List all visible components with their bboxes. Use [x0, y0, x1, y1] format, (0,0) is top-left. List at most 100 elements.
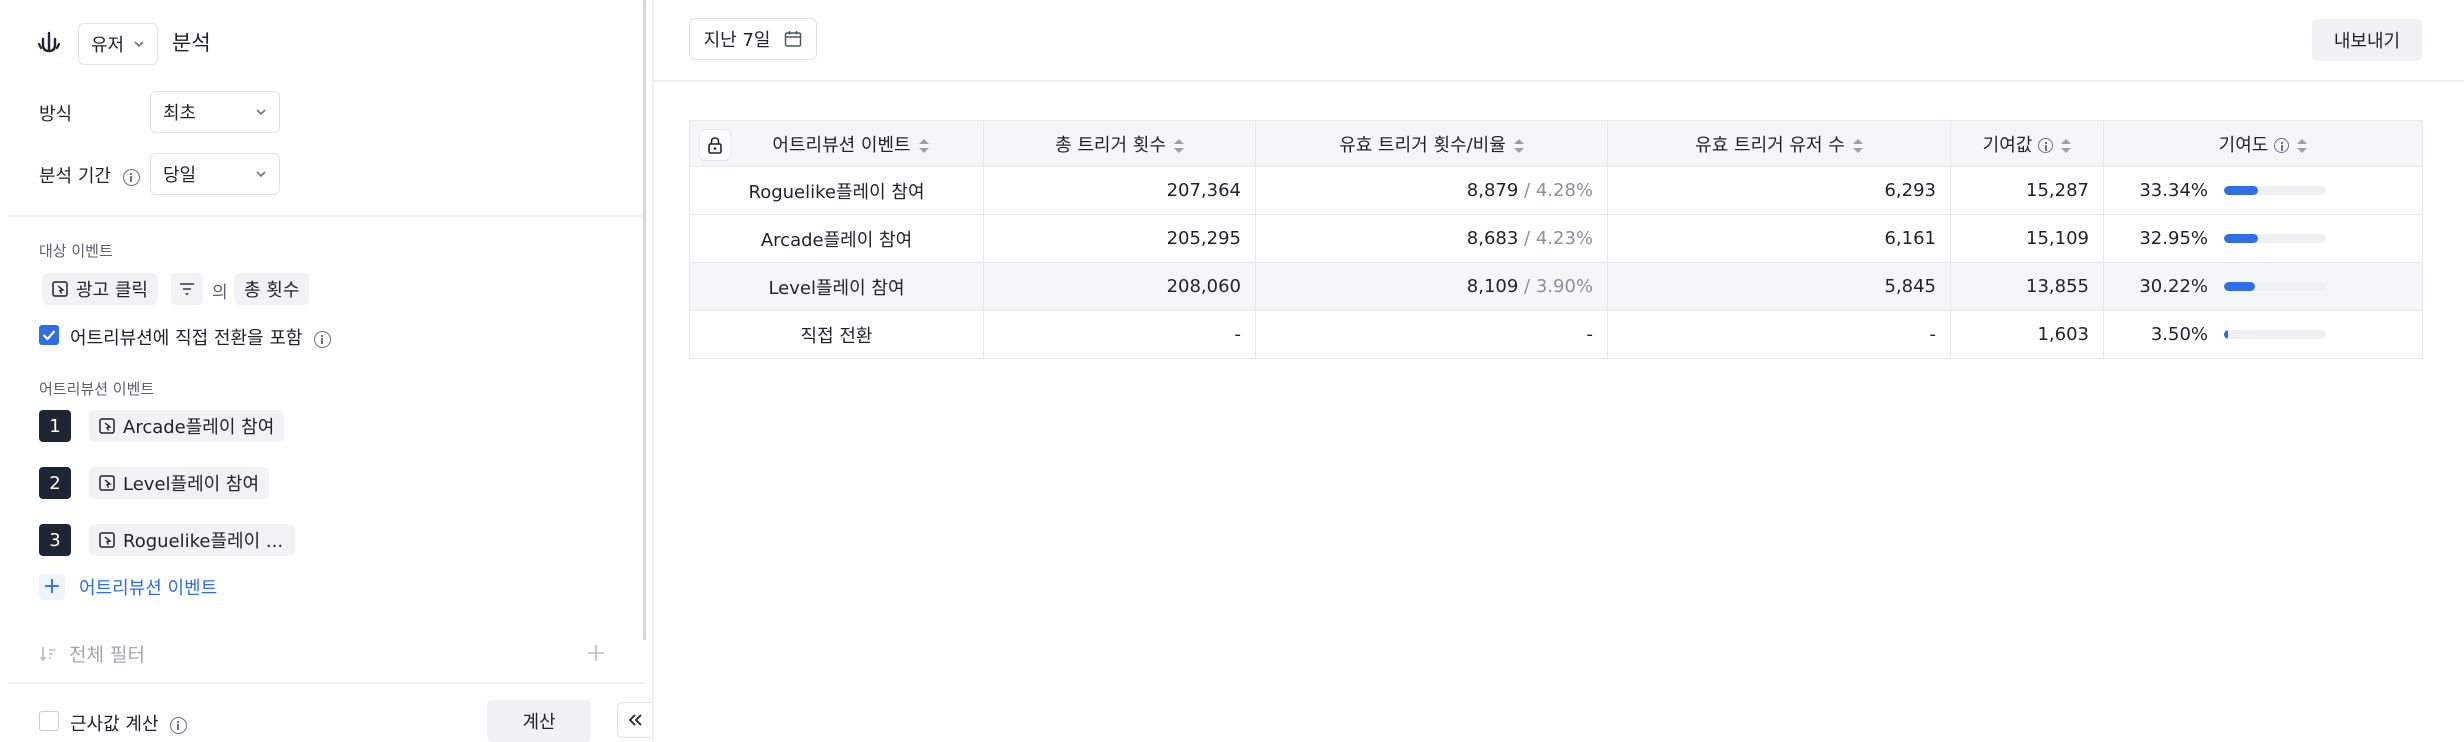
valid-ratio-separator: / — [1518, 228, 1536, 249]
panel-title: 분석 — [172, 31, 211, 55]
valid-count: 8,109 — [1466, 276, 1519, 297]
chevron-down-icon — [256, 109, 266, 116]
column-header-contribution[interactable]: 기여도 — [2103, 120, 2423, 167]
lock-icon[interactable] — [700, 130, 730, 160]
table-row[interactable]: Roguelike플레이 참여 207,364 8,879 / 4.28% 6,… — [689, 166, 2423, 215]
date-range-picker[interactable]: 지난 7일 — [689, 18, 817, 60]
contribution-bar — [2224, 234, 2326, 243]
event-icon — [99, 418, 115, 434]
valid-ratio-separator: / — [1518, 180, 1536, 201]
sort-icon[interactable] — [2297, 138, 2308, 153]
attribution-value-cell: 15,109 — [1950, 214, 2104, 263]
approx-row: 근사값 계산 — [70, 710, 188, 736]
valid-count: 8,879 — [1466, 180, 1519, 201]
contribution-value: 32.95% — [2139, 228, 2208, 249]
event-cell: Level플레이 참여 — [689, 262, 984, 311]
attribution-event-tag[interactable]: Arcade플레이 참여 — [89, 410, 285, 442]
sort-icon[interactable] — [918, 138, 929, 153]
attribution-event-section-title: 어트리뷰션 이벤트 — [39, 380, 155, 398]
contribution-bar — [2224, 282, 2326, 291]
event-cell: 직접 전환 — [689, 310, 984, 359]
export-button[interactable]: 내보내기 — [2312, 19, 2422, 61]
chevron-down-icon — [134, 41, 144, 48]
event-icon — [99, 532, 115, 548]
contribution-cell: 30.22% — [2103, 262, 2423, 311]
sort-icon[interactable] — [1173, 138, 1184, 153]
divider — [8, 215, 644, 217]
contribution-bar — [2224, 186, 2326, 195]
calculate-button[interactable]: 계산 — [487, 700, 591, 742]
check-icon — [42, 330, 56, 341]
sort-icon[interactable] — [1852, 138, 1863, 153]
column-header-event[interactable]: 어트리뷰션 이벤트 — [689, 120, 984, 167]
include-direct-checkbox[interactable] — [39, 325, 59, 345]
info-icon[interactable] — [122, 168, 140, 186]
event-cell: Roguelike플레이 참여 — [689, 166, 984, 215]
measure-label: 총 횟수 — [244, 280, 300, 301]
method-select[interactable]: 최초 — [150, 91, 280, 133]
attribution-event-label: Level플레이 참여 — [123, 474, 260, 495]
contribution-value: 33.34% — [2139, 180, 2208, 201]
target-event-tag[interactable]: 광고 클릭 — [42, 273, 158, 305]
period-select[interactable]: 당일 — [150, 153, 280, 195]
valid-ratio: 4.23% — [1535, 228, 1593, 249]
valid-trigger-cell: 8,109 / 3.90% — [1255, 262, 1608, 311]
total-trigger-cell: 205,295 — [983, 214, 1256, 263]
approx-checkbox[interactable] — [39, 711, 59, 731]
attribution-table: 어트리뷰션 이벤트 총 트리거 횟수 유효 트리거 횟수/비율 유효 트리거 유… — [689, 120, 2423, 359]
table-row[interactable]: Level플레이 참여 208,060 8,109 / 3.90% 5,845 … — [689, 262, 2423, 311]
column-header-value[interactable]: 기여값 — [1950, 120, 2104, 167]
column-header-valid[interactable]: 유효 트리거 횟수/비율 — [1255, 120, 1608, 167]
attribution-event-label: Roguelike플레이 ... — [123, 531, 284, 552]
contribution-cell: 3.50% — [2103, 310, 2423, 359]
event-cell: Arcade플레이 참여 — [689, 214, 984, 263]
event-filter-button[interactable] — [171, 273, 203, 305]
attribution-event-tag[interactable]: Level플레이 참여 — [89, 467, 270, 499]
attribution-index-badge: 1 — [39, 410, 71, 442]
global-filter-label: 전체 필터 — [69, 644, 145, 666]
attribution-result-area: 지난 7일 내보내기 어트리뷰션 이벤트 총 트리거 횟수 유효 트리거 횟수/… — [654, 0, 2464, 742]
table-header-row: 어트리뷰션 이벤트 총 트리거 횟수 유효 트리거 횟수/비율 유효 트리거 유… — [689, 120, 2423, 167]
table-row[interactable]: Arcade플레이 참여 205,295 8,683 / 4.23% 6,161… — [689, 214, 2423, 263]
contribution-bar-fill — [2224, 186, 2258, 195]
panel-scrollbar[interactable] — [643, 0, 646, 640]
table-row[interactable]: 직접 전환 - - - 1,603 3.50% — [689, 310, 2423, 359]
analysis-config-panel: 유저 분석 방식 최초 분석 기간 당일 대상 이벤트 광고 클릭 의 총 횟수… — [0, 0, 654, 742]
attribution-logo-icon — [37, 31, 61, 53]
include-direct-row: 어트리뷰션에 직접 전환을 포함 — [70, 324, 332, 350]
column-header-users[interactable]: 유효 트리거 유저 수 — [1607, 120, 1951, 167]
info-icon[interactable] — [170, 716, 188, 734]
add-attribution-event-button[interactable]: + 어트리뷰션 이벤트 — [39, 574, 217, 600]
info-icon[interactable] — [2274, 138, 2290, 153]
column-header-total[interactable]: 총 트리거 횟수 — [983, 120, 1256, 167]
analysis-subject-select[interactable]: 유저 — [78, 23, 158, 65]
info-icon[interactable] — [2038, 138, 2054, 153]
collapse-panel-button[interactable] — [617, 702, 651, 738]
plus-icon: + — [39, 574, 65, 600]
valid-users-cell: 6,161 — [1607, 214, 1951, 263]
include-direct-label: 어트리뷰션에 직접 전환을 포함 — [70, 328, 303, 349]
column-header-label: 유효 트리거 횟수/비율 — [1339, 134, 1506, 156]
column-header-label: 기여도 — [2218, 134, 2269, 156]
divider — [8, 682, 644, 684]
measure-tag[interactable]: 총 횟수 — [234, 273, 310, 305]
contribution-bar-fill — [2224, 330, 2228, 339]
sort-icon[interactable] — [1513, 138, 1524, 153]
add-attribution-event-label: 어트리뷰션 이벤트 — [79, 578, 218, 599]
attribution-index-badge: 3 — [39, 524, 71, 556]
method-label: 방식 — [39, 104, 73, 125]
valid-ratio: 4.28% — [1535, 180, 1593, 201]
contribution-bar-fill — [2224, 234, 2258, 243]
contribution-bar-fill — [2224, 282, 2255, 291]
valid-count: - — [1586, 324, 1594, 345]
divider — [654, 80, 2464, 82]
add-filter-plus-icon[interactable] — [587, 644, 605, 662]
contribution-bar — [2224, 330, 2326, 339]
period-value: 당일 — [163, 165, 197, 186]
info-icon[interactable] — [314, 330, 332, 348]
analysis-subject-value: 유저 — [91, 35, 125, 56]
sort-icon[interactable] — [2061, 138, 2072, 153]
period-label-row: 분석 기간 — [39, 162, 140, 188]
attribution-index-badge: 2 — [39, 467, 71, 499]
attribution-event-tag[interactable]: Roguelike플레이 ... — [89, 524, 295, 556]
